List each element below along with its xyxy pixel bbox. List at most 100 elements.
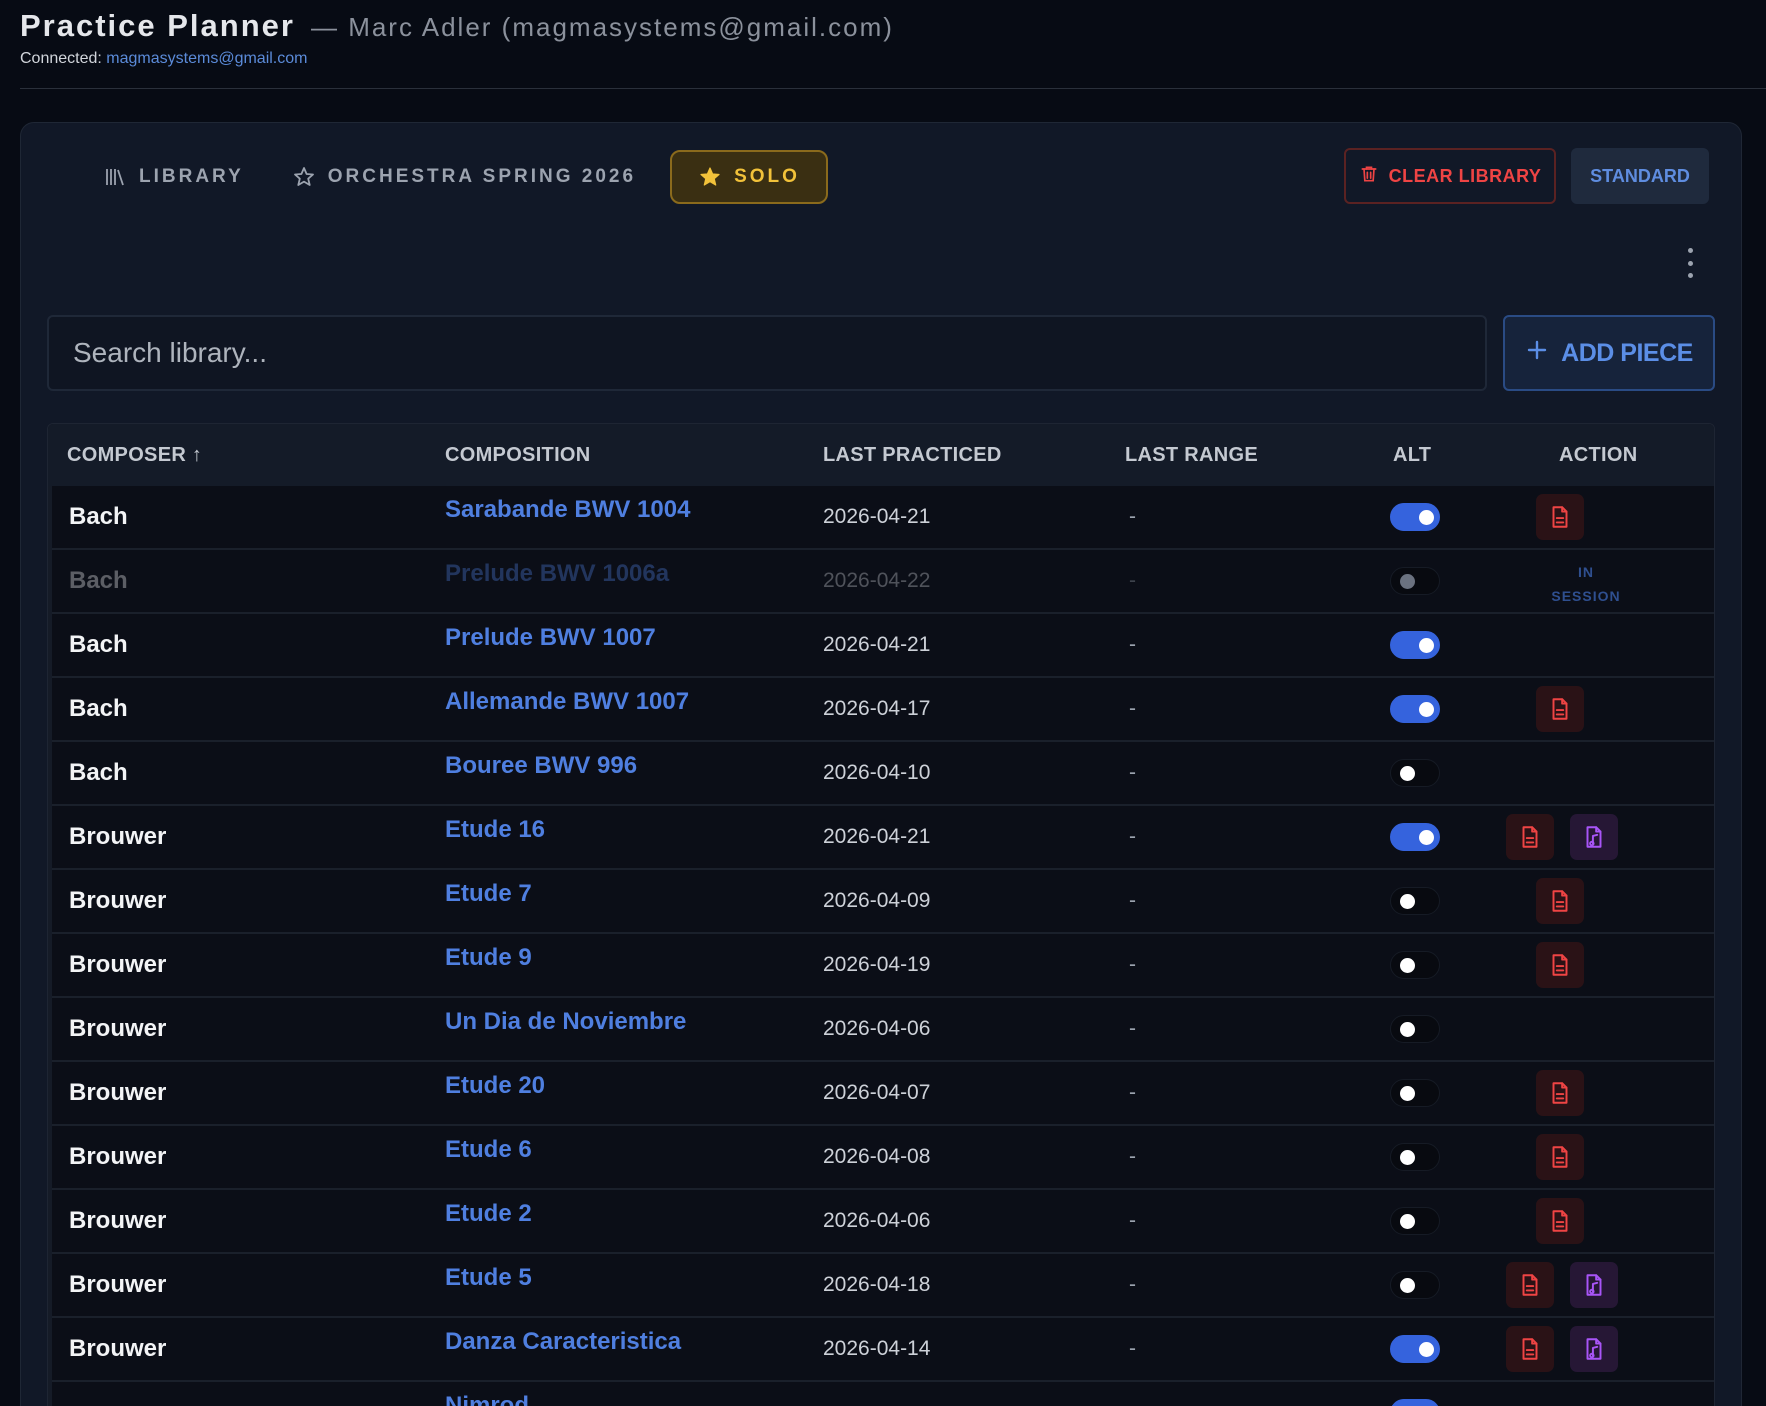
alt-toggle[interactable] [1390,951,1440,979]
composer-cell: Brouwer [69,1015,167,1042]
action-cell [1492,998,1692,1060]
last-practiced-cell: 2026-04-21 [823,505,931,528]
connection-status: Connected: magmasystems@gmail.com [20,50,1766,68]
pdf-file-icon[interactable] [1506,814,1554,860]
pdf-file-icon[interactable] [1536,494,1584,540]
header-divider [20,88,1766,89]
last-practiced-cell: 2026-04-21 [823,633,931,656]
alt-cell [1390,1318,1440,1380]
composition-link[interactable]: Etude 6 [445,1126,532,1188]
last-range-cell: - [1129,761,1136,784]
composition-link[interactable]: Etude 2 [445,1190,532,1252]
alt-toggle[interactable] [1390,695,1440,723]
composer-cell: Bach [69,567,128,594]
standard-button[interactable]: STANDARD [1571,148,1709,204]
pdf-file-icon[interactable] [1536,686,1584,732]
composition-link[interactable]: Etude 7 [445,870,532,932]
action-cell: IN SESSION [1492,550,1692,612]
composition-link[interactable]: Prelude BWV 1006a [445,550,669,612]
last-range-cell: - [1129,1145,1136,1168]
app-title: Practice Planner [20,8,295,43]
trash-icon [1359,164,1379,189]
app-subtitle: — Marc Adler (magmasystems@gmail.com) [310,12,894,42]
composition-link[interactable]: Etude 16 [445,806,545,868]
last-range-cell: - [1129,889,1136,912]
pdf-file-icon[interactable] [1536,1198,1584,1244]
composition-link[interactable]: Nimrod [445,1382,529,1406]
pdf-file-icon[interactable] [1506,1262,1554,1308]
pdf-file-icon[interactable] [1536,1070,1584,1116]
alt-toggle[interactable] [1390,1143,1440,1171]
last-practiced-cell: 2026-04-08 [823,1145,931,1168]
alt-toggle[interactable] [1390,503,1440,531]
alt-toggle[interactable] [1390,1079,1440,1107]
composition-link[interactable]: Danza Caracteristica [445,1318,681,1380]
add-piece-label: ADD PIECE [1561,338,1693,367]
alt-toggle[interactable] [1390,1207,1440,1235]
score-file-icon[interactable] [1570,814,1618,860]
composition-link[interactable]: Prelude BWV 1007 [445,614,656,676]
alt-toggle[interactable] [1390,1399,1440,1406]
composition-link[interactable]: Etude 20 [445,1062,545,1124]
header-alt[interactable]: ALT [1393,424,1431,486]
last-range-cell: - [1129,1273,1136,1296]
tab-orchestra-label: ORCHESTRA SPRING 2026 [327,166,637,187]
table-header: COMPOSER ↑ COMPOSITION LAST PRACTICED LA… [48,424,1714,486]
alt-toggle[interactable] [1390,1015,1440,1043]
composition-link[interactable]: Etude 5 [445,1254,532,1316]
pdf-file-icon[interactable] [1536,1134,1584,1180]
search-input[interactable] [47,315,1487,391]
library-table: COMPOSER ↑ COMPOSITION LAST PRACTICED LA… [47,423,1715,1406]
alt-toggle[interactable] [1390,823,1440,851]
pdf-file-icon[interactable] [1536,878,1584,924]
composer-cell: Brouwer [69,1271,167,1298]
last-range-cell: - [1129,505,1136,528]
alt-toggle[interactable] [1390,759,1440,787]
composition-link[interactable]: Allemande BWV 1007 [445,678,689,740]
composition-link[interactable]: Un Dia de Noviembre [445,998,686,1060]
composition-link[interactable]: Bouree BWV 996 [445,742,637,804]
alt-toggle[interactable] [1390,631,1440,659]
action-cell [1492,1190,1692,1252]
score-file-icon[interactable] [1570,1326,1618,1372]
tab-solo[interactable]: SOLO [670,150,828,204]
last-range-cell: - [1129,569,1136,592]
tab-library[interactable]: LIBRARY [79,150,268,204]
action-cell [1492,1254,1692,1316]
pdf-file-icon[interactable] [1506,1326,1554,1372]
alt-cell [1390,1126,1440,1188]
last-practiced-cell: 2026-04-18 [823,1273,931,1296]
action-cell [1492,1062,1692,1124]
alt-toggle[interactable] [1390,567,1440,595]
clear-library-button[interactable]: CLEAR LIBRARY [1344,148,1556,204]
table-row: Brouwer Un Dia de Noviembre 2026-04-06 - [52,998,1714,1062]
add-piece-button[interactable]: ADD PIECE [1503,315,1715,391]
header-composition[interactable]: COMPOSITION [445,424,591,486]
composer-cell: Bach [69,695,128,722]
library-icon [103,165,127,189]
action-cell [1492,934,1692,996]
pdf-file-icon[interactable] [1536,942,1584,988]
last-range-cell: - [1129,1209,1136,1232]
alt-toggle[interactable] [1390,1335,1440,1363]
score-file-icon[interactable] [1570,1262,1618,1308]
composition-link[interactable]: Sarabande BWV 1004 [445,486,690,548]
alt-toggle[interactable] [1390,1271,1440,1299]
composition-link[interactable]: Etude 9 [445,934,532,996]
header-last-range[interactable]: LAST RANGE [1125,424,1258,486]
table-row: Brouwer Etude 7 2026-04-09 - [52,870,1714,934]
table-row: Brouwer Etude 2 2026-04-06 - [52,1190,1714,1254]
table-row: Bach Bouree BWV 996 2026-04-10 - [52,742,1714,806]
more-options-icon[interactable] [1681,248,1699,278]
tab-library-label: LIBRARY [139,166,244,187]
connected-email[interactable]: magmasystems@gmail.com [106,50,307,67]
action-cell [1492,486,1692,548]
alt-toggle[interactable] [1390,887,1440,915]
tab-orchestra[interactable]: ORCHESTRA SPRING 2026 [268,150,660,204]
last-practiced-cell: 2026-04-06 [823,1017,931,1040]
header-last-practiced[interactable]: LAST PRACTICED [823,424,1002,486]
alt-cell [1390,1190,1440,1252]
header-composer[interactable]: COMPOSER ↑ [67,424,202,486]
alt-cell [1390,678,1440,740]
clear-library-label: CLEAR LIBRARY [1388,165,1542,186]
